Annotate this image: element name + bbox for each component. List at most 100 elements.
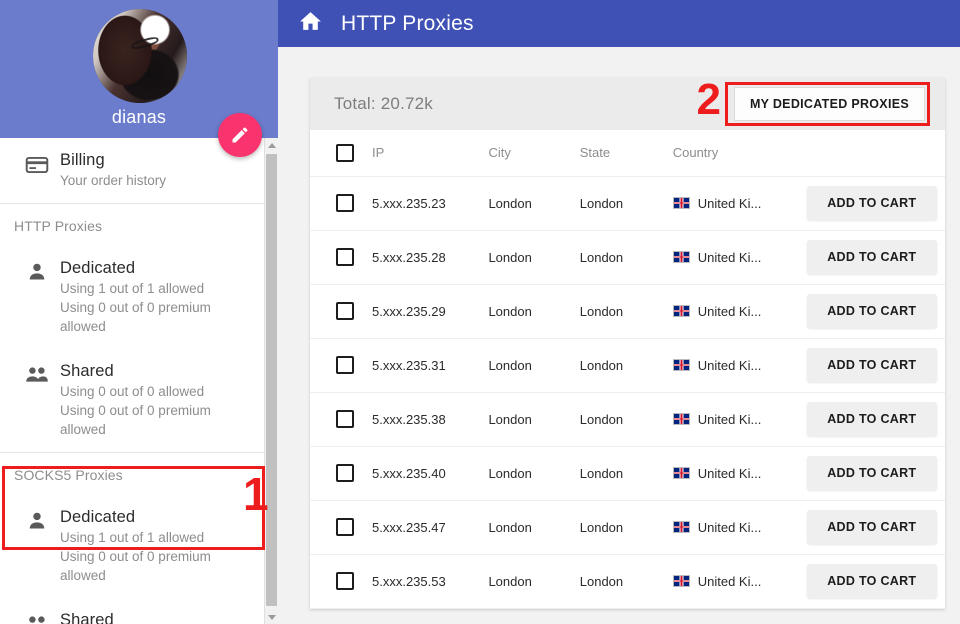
cell-city: London (488, 500, 580, 555)
cell-action: ADD TO CART (806, 230, 945, 285)
sidebar-item-http-shared-line1: Using 0 out of 0 allowed (60, 384, 205, 399)
sidebar-item-socks5-dedicated-line2: Using 0 out of 0 premium allowed (60, 549, 211, 583)
avatar (93, 9, 187, 103)
add-to-cart-button[interactable]: ADD TO CART (806, 564, 937, 598)
home-icon[interactable] (298, 9, 323, 39)
sidebar-item-http-dedicated[interactable]: Dedicated Using 1 out of 1 allowed Using… (0, 246, 266, 349)
sidebar-item-http-shared-line2: Using 0 out of 0 premium allowed (60, 403, 211, 437)
cell-state: London (579, 500, 673, 555)
cell-state: London (579, 176, 673, 231)
row-select-cell (310, 230, 372, 285)
row-checkbox[interactable] (336, 194, 354, 212)
country-label: United Ki... (697, 249, 762, 265)
add-to-cart-button[interactable]: ADD TO CART (806, 402, 937, 436)
country-label: United Ki... (697, 411, 762, 427)
cell-ip: 5.xxx.235.38 (371, 392, 489, 447)
cell-ip: 5.xxx.235.29 (371, 284, 489, 339)
sidebar-item-socks5-dedicated[interactable]: Dedicated Using 1 out of 1 allowed Using… (0, 495, 266, 598)
sidebar-scroll-thumb[interactable] (266, 154, 277, 606)
table-row[interactable]: 5.xxx.235.23 London London United Ki... ADD … (310, 176, 945, 231)
row-checkbox[interactable] (336, 464, 354, 482)
cell-country: United Ki... (672, 392, 807, 447)
add-to-cart-button[interactable]: ADD TO CART (806, 240, 937, 274)
column-header-action (806, 130, 945, 177)
cell-ip: 5.xxx.235.23 (371, 176, 489, 231)
sidebar-item-socks5-dedicated-title: Dedicated (60, 508, 136, 526)
cell-country: United Ki... (672, 338, 807, 393)
cell-city: London (488, 446, 580, 501)
cell-country: United Ki... (672, 176, 807, 231)
scroll-down-arrow-icon[interactable] (265, 610, 278, 624)
cell-ip: 5.xxx.235.47 (371, 500, 489, 555)
row-select-cell (310, 554, 372, 609)
row-checkbox[interactable] (336, 248, 354, 266)
country-label: United Ki... (697, 303, 762, 319)
my-dedicated-proxies-button[interactable]: MY DEDICATED PROXIES (733, 87, 925, 121)
sidebar-scrollbar[interactable] (264, 138, 278, 624)
add-to-cart-button[interactable]: ADD TO CART (806, 510, 937, 544)
table-row[interactable]: 5.xxx.235.29 London London United Ki... ADD … (310, 284, 945, 339)
cell-action: ADD TO CART (806, 500, 945, 555)
cell-city: London (488, 230, 580, 285)
row-checkbox[interactable] (336, 518, 354, 536)
row-select-cell (310, 176, 372, 231)
cell-ip: 5.xxx.235.53 (371, 554, 489, 609)
topbar: HTTP Proxies (278, 0, 960, 47)
sidebar-item-http-dedicated-title: Dedicated (60, 259, 136, 277)
cell-state: London (579, 446, 673, 501)
table-row[interactable]: 5.xxx.235.31 London London United Ki... ADD … (310, 338, 945, 393)
cell-state: London (579, 392, 673, 447)
column-header-state: State (579, 130, 673, 177)
sidebar-item-socks5-shared[interactable]: Shared Using 0 out of 0 allowed Using 0 … (0, 598, 266, 624)
cell-city: London (488, 338, 580, 393)
sidebar-menu: Billing Your order history HTTP Proxies … (0, 138, 266, 624)
row-checkbox[interactable] (336, 356, 354, 374)
scroll-up-arrow-icon[interactable] (265, 138, 278, 152)
credit-card-icon (14, 149, 60, 178)
cell-state: London (579, 230, 673, 285)
sidebar-item-socks5-shared-title: Shared (60, 611, 114, 624)
cell-country: United Ki... (672, 500, 807, 555)
app-root: dianas Billing Your order history HTTP P… (0, 0, 960, 624)
cell-city: London (488, 554, 580, 609)
row-checkbox[interactable] (336, 302, 354, 320)
user-avatar-photo (93, 9, 187, 103)
select-all-checkbox[interactable] (336, 143, 354, 162)
row-checkbox[interactable] (336, 410, 354, 428)
people-icon (14, 360, 60, 387)
total-bar: Total: 20.72k MY DEDICATED PROXIES 2 (310, 78, 945, 130)
table-row[interactable]: 5.xxx.235.28 London London United Ki... ADD … (310, 230, 945, 285)
table-body: 5.xxx.235.23 London London United Ki... ADD … (310, 176, 945, 609)
proxy-table: IP City State Country 5.xxx.235.23 London… (310, 130, 945, 609)
row-select-cell (310, 500, 372, 555)
add-to-cart-button[interactable]: ADD TO CART (806, 456, 937, 490)
cell-city: London (488, 392, 580, 447)
country-label: United Ki... (697, 357, 762, 373)
cell-action: ADD TO CART (806, 176, 945, 231)
row-select-cell (310, 338, 372, 393)
row-checkbox[interactable] (336, 572, 354, 590)
pencil-glyph (232, 127, 248, 143)
cell-ip: 5.xxx.235.28 (371, 230, 489, 285)
add-to-cart-button[interactable]: ADD TO CART (806, 186, 937, 220)
row-select-cell (310, 392, 372, 447)
sidebar-item-socks5-dedicated-line1: Using 1 out of 1 allowed (60, 530, 205, 545)
people-icon (14, 609, 60, 624)
select-all-cell (310, 130, 372, 177)
table-row[interactable]: 5.xxx.235.40 London London United Ki... ADD … (310, 446, 945, 501)
add-to-cart-button[interactable]: ADD TO CART (806, 348, 937, 382)
table-row[interactable]: 5.xxx.235.38 London London United Ki... ADD … (310, 392, 945, 447)
table-row[interactable]: 5.xxx.235.47 London London United Ki... ADD … (310, 500, 945, 555)
add-to-cart-button[interactable]: ADD TO CART (806, 294, 937, 328)
section-label-socks5: SOCKS5 Proxies (14, 467, 123, 483)
proxy-card: Total: 20.72k MY DEDICATED PROXIES 2 IP … (310, 78, 945, 609)
table-row[interactable]: 5.xxx.235.53 London London United Ki... ADD … (310, 554, 945, 609)
sidebar: dianas Billing Your order history HTTP P… (0, 0, 278, 624)
country-label: United Ki... (697, 573, 762, 589)
sidebar-item-http-shared[interactable]: Shared Using 0 out of 0 allowed Using 0 … (0, 349, 266, 452)
row-select-cell (310, 284, 372, 339)
cell-city: London (488, 284, 580, 339)
column-header-city: City (488, 130, 580, 177)
column-header-ip: IP (371, 130, 489, 177)
pencil-icon[interactable] (218, 113, 262, 157)
